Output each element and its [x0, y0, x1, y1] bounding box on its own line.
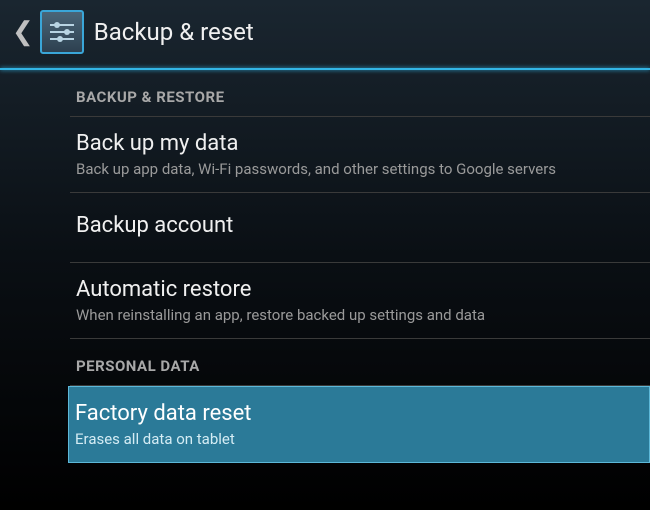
settings-sliders-icon[interactable]	[40, 10, 84, 54]
item-factory-data-reset[interactable]: Factory data reset Erases all data on ta…	[68, 386, 650, 463]
item-title: Back up my data	[76, 131, 640, 156]
item-backup-account[interactable]: Backup account	[70, 193, 650, 263]
item-title: Automatic restore	[76, 277, 640, 302]
page-title: Backup & reset	[94, 18, 254, 46]
item-subtitle: When reinstalling an app, restore backed…	[76, 306, 640, 324]
section-header-backup-restore: BACKUP & RESTORE	[70, 70, 650, 117]
item-subtitle: Erases all data on tablet	[75, 430, 639, 448]
back-icon[interactable]: ❮	[8, 17, 38, 47]
item-title: Factory data reset	[75, 401, 639, 426]
action-bar: ❮ Backup & reset	[0, 0, 650, 64]
section-header-personal-data: PERSONAL DATA	[70, 339, 650, 386]
item-title: Backup account	[76, 213, 640, 238]
item-subtitle: Back up app data, Wi-Fi passwords, and o…	[76, 160, 640, 178]
content-area: BACKUP & RESTORE Back up my data Back up…	[0, 70, 650, 463]
item-automatic-restore[interactable]: Automatic restore When reinstalling an a…	[70, 263, 650, 339]
item-backup-my-data[interactable]: Back up my data Back up app data, Wi-Fi …	[70, 117, 650, 193]
